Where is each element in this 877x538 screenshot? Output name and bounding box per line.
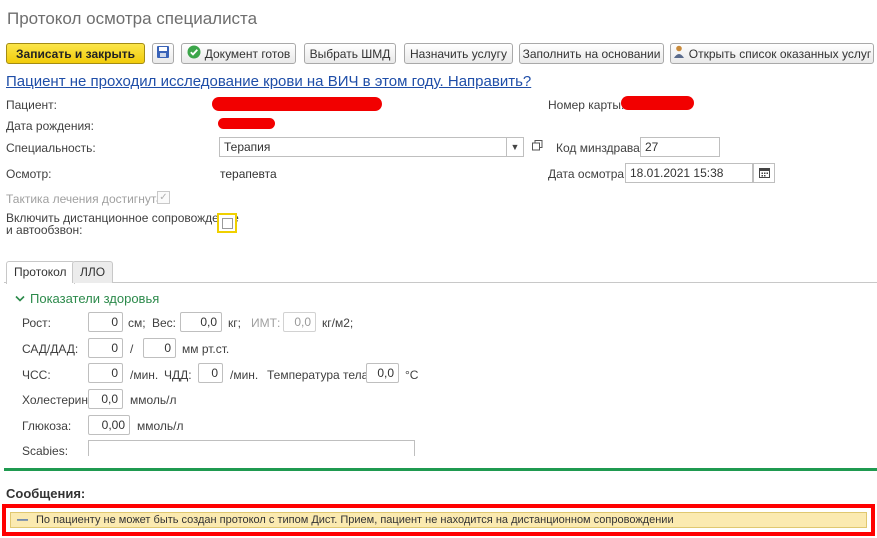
height-label: Рост: — [22, 316, 51, 330]
scabies-label: Scabies: — [22, 444, 69, 458]
weight-field[interactable]: 0,0 — [180, 312, 222, 332]
open-services-list-label: Открыть список оказанных услуг — [688, 46, 872, 61]
patient-name-redaction — [212, 97, 382, 111]
diastolic-field[interactable]: 0 — [143, 338, 176, 358]
window-title: Протокол осмотра специалиста — [7, 9, 258, 28]
tactics-achieved-label: Тактика лечения достигнута: — [6, 192, 167, 206]
message-item[interactable]: — По пациенту не может быть создан проток… — [10, 512, 867, 528]
blood-pressure-unit: мм рт.ст. — [182, 342, 230, 356]
exam-label: Осмотр: — [6, 167, 52, 181]
height-field[interactable]: 0 — [88, 312, 123, 332]
respiratory-rate-field[interactable]: 0 — [198, 363, 223, 383]
scabies-field[interactable] — [88, 440, 415, 456]
card-number-label: Номер карты: — [548, 98, 625, 112]
document-ready-label: Документ готов — [204, 46, 291, 61]
remote-support-label: Включить дистанционное сопровождение и а… — [6, 212, 239, 236]
exam-date-label: Дата осмотра: — [548, 167, 628, 181]
temperature-field[interactable]: 0,0 — [366, 363, 399, 383]
fill-based-on-button[interactable]: Заполнить на основании — [519, 43, 664, 64]
save-icon — [156, 45, 170, 62]
tab-llo[interactable]: ЛЛО — [72, 261, 114, 283]
check-circle-icon — [187, 45, 201, 62]
specialty-open-button[interactable] — [528, 138, 546, 156]
minzdrav-code-label: Код минздрава: — [556, 141, 644, 155]
birth-date-redaction — [218, 118, 275, 129]
cholesterol-unit: ммоль/л — [130, 393, 177, 407]
bmi-unit: кг/м2; — [322, 316, 354, 330]
card-number-redaction — [621, 96, 694, 110]
temperature-label: Температура тела: — [267, 368, 372, 382]
open-form-icon — [531, 140, 543, 154]
glucose-field[interactable]: 0,00 — [88, 415, 130, 435]
fill-based-on-label: Заполнить на основании — [522, 46, 661, 61]
specialty-field[interactable]: Терапия — [219, 137, 507, 157]
respiratory-rate-label: ЧДД: — [164, 368, 192, 382]
blood-pressure-label: САД/ДАД: — [22, 342, 79, 356]
dropdown-arrow-icon: ▼ — [510, 142, 520, 152]
remote-support-checkbox-inner — [222, 218, 233, 229]
health-indicators-title: Показатели здоровья — [30, 291, 160, 306]
messages-title: Сообщения: — [6, 486, 86, 501]
temperature-unit: °C — [405, 368, 419, 382]
cholesterol-field[interactable]: 0,0 — [88, 389, 123, 409]
save-and-close-button[interactable]: Записать и закрыть — [6, 43, 145, 64]
glucose-label: Глюкоза: — [22, 419, 72, 433]
minzdrav-code-field[interactable]: 27 — [640, 137, 720, 157]
message-highlight-frame: — По пациенту не может быть создан проток… — [2, 504, 875, 536]
exam-date-field[interactable]: 18.01.2021 15:38 — [625, 163, 753, 183]
message-text: По пациенту не может быть создан протоко… — [36, 514, 674, 526]
chevron-down-icon — [15, 291, 25, 306]
blood-pressure-separator: / — [130, 342, 134, 356]
health-indicators-group[interactable]: Показатели здоровья — [15, 291, 159, 306]
bmi-label: ИМТ: — [251, 316, 281, 330]
heart-rate-unit: /мин. — [130, 368, 159, 382]
cholesterol-label: Холестерин: — [22, 393, 92, 407]
weight-label: Вес: — [152, 316, 177, 330]
tabs-baseline — [4, 282, 877, 283]
document-ready-button[interactable]: Документ готов — [181, 43, 296, 64]
choose-shmd-label: Выбрать ШМД — [309, 46, 391, 61]
hiv-test-referral-link[interactable]: Пациент не проходил исследование крови н… — [6, 73, 531, 90]
specialty-dropdown-button[interactable]: ▼ — [506, 137, 524, 157]
choose-shmd-button[interactable]: Выбрать ШМД — [304, 43, 396, 64]
bmi-field: 0,0 — [283, 312, 316, 332]
tactics-achieved-checkbox[interactable]: ✓ — [157, 191, 170, 204]
systolic-field[interactable]: 0 — [88, 338, 123, 358]
glucose-unit: ммоль/л — [137, 419, 184, 433]
remote-support-label-line2: и автообзвон: — [6, 223, 83, 237]
exam-date-calendar-button[interactable] — [753, 163, 775, 183]
heart-rate-field[interactable]: 0 — [88, 363, 123, 383]
weight-unit: кг; — [228, 316, 241, 330]
messages-separator — [4, 468, 877, 471]
height-unit: см; — [128, 316, 146, 330]
assign-service-button[interactable]: Назначить услугу — [404, 43, 513, 64]
specialty-label: Специальность: — [6, 141, 96, 155]
message-bullet-icon: — — [17, 514, 28, 526]
tab-protocol[interactable]: Протокол — [6, 261, 75, 284]
respiratory-rate-unit: /мин. — [230, 368, 259, 382]
remote-support-checkbox[interactable] — [217, 213, 237, 233]
person-list-icon — [673, 45, 685, 62]
save-and-close-label: Записать и закрыть — [16, 46, 135, 61]
patient-label: Пациент: — [6, 98, 58, 112]
heart-rate-label: ЧСС: — [22, 368, 51, 382]
calendar-icon — [758, 167, 770, 180]
save-button[interactable] — [152, 43, 174, 64]
assign-service-label: Назначить услугу — [409, 46, 508, 61]
exam-value: терапевта — [220, 167, 277, 181]
birth-date-label: Дата рождения: — [6, 119, 94, 133]
open-services-list-button[interactable]: Открыть список оказанных услуг — [670, 43, 874, 64]
